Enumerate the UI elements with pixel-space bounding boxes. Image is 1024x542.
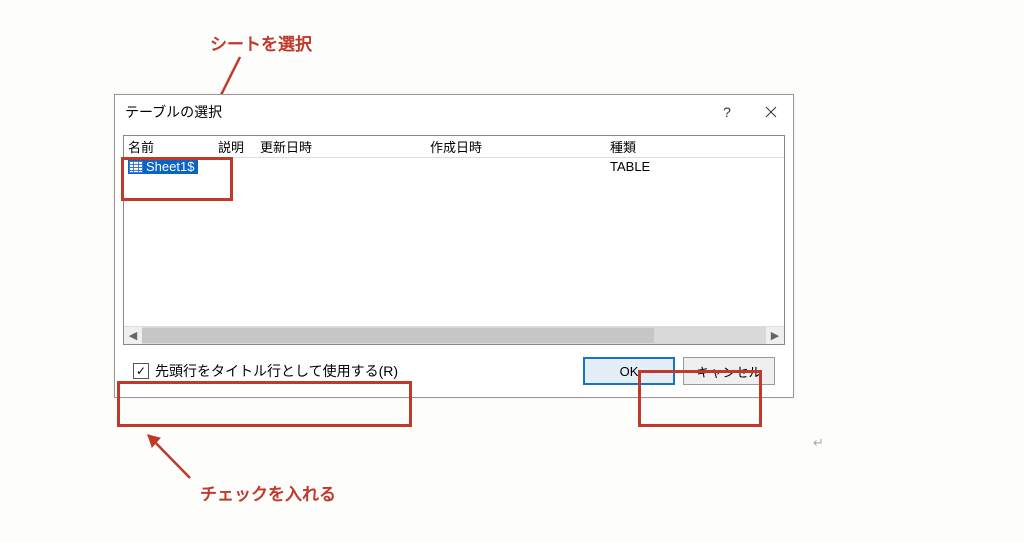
col-header-created[interactable]: 作成日時 (426, 136, 606, 157)
close-icon (765, 106, 777, 118)
scroll-right-icon[interactable]: ▶ (766, 327, 784, 344)
dialog-title: テーブルの選択 (125, 102, 705, 122)
scroll-thumb[interactable] (142, 328, 654, 343)
cell-name-text: Sheet1$ (146, 159, 194, 174)
cell-kind: TABLE (606, 158, 726, 178)
sheet-icon (129, 161, 143, 173)
first-row-titles-checkbox[interactable]: ✓ 先頭行をタイトル行として使用する(R) (133, 361, 575, 381)
table-select-dialog: テーブルの選択 ? 名前 説明 更新日時 作成日時 種類 (114, 94, 794, 398)
table-row[interactable]: Sheet1$ TABLE (124, 158, 784, 178)
cell-created (426, 158, 606, 178)
close-button[interactable] (749, 95, 793, 129)
horizontal-scrollbar[interactable]: ◀ ▶ (124, 326, 784, 344)
col-header-name[interactable]: 名前 (124, 136, 214, 157)
arrow-bottom (140, 430, 200, 480)
scroll-left-icon[interactable]: ◀ (124, 327, 142, 344)
list-header: 名前 説明 更新日時 作成日時 種類 (124, 136, 784, 158)
table-listbox[interactable]: 名前 説明 更新日時 作成日時 種類 (123, 135, 785, 345)
col-header-updated[interactable]: 更新日時 (256, 136, 426, 157)
ok-button[interactable]: OK (583, 357, 675, 385)
checkbox-icon: ✓ (133, 363, 149, 379)
paragraph-mark: ↵ (813, 435, 824, 451)
cell-description (214, 158, 256, 178)
help-button[interactable]: ? (705, 95, 749, 129)
col-header-kind[interactable]: 種類 (606, 136, 726, 157)
cancel-button[interactable]: キャンセル (683, 357, 775, 385)
cell-updated (256, 158, 426, 178)
dialog-titlebar: テーブルの選択 ? (115, 95, 793, 129)
checkbox-label: 先頭行をタイトル行として使用する(R) (155, 361, 398, 381)
annotation-check: チェックを入れる (200, 480, 336, 505)
col-header-description[interactable]: 説明 (214, 136, 256, 157)
